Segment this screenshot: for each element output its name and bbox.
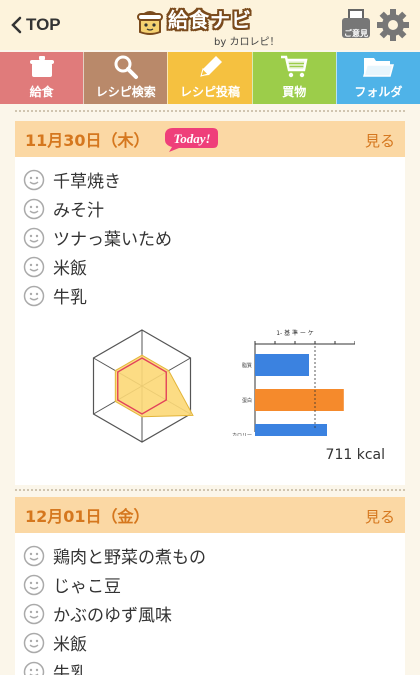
- day-card: 11月30日（木） Today! 見る 千草焼きみそ汁ツナっ葉いため 米飯牛乳 1…: [15, 121, 405, 485]
- tab-shopping[interactable]: 買物: [251, 52, 336, 104]
- folder-icon: [363, 58, 395, 77]
- radar-chart: [92, 329, 194, 443]
- divider: [15, 110, 405, 112]
- today-badge: Today!: [165, 128, 218, 152]
- dish-name: 鶏肉と野菜の煮もの: [53, 548, 206, 568]
- bar-chart-title: 1- 基 準 ー ケ: [276, 329, 314, 337]
- dish-name: ツナっ葉いため: [53, 230, 172, 250]
- dish-name: かぶのゆず風味: [53, 606, 172, 626]
- nutrition-charts: 1- 基 準 ー ケ脂質蛋白カロリー 711 kcal: [15, 310, 405, 465]
- divider: [15, 489, 405, 491]
- cart-icon: [281, 55, 308, 78]
- back-label: TOP: [26, 15, 61, 34]
- tab-folder-label: フォルダ: [354, 85, 403, 99]
- dish-item[interactable]: かぶのゆず風味: [15, 599, 405, 628]
- gear-icon[interactable]: [376, 8, 410, 42]
- smiley-icon: [23, 632, 45, 653]
- dish-name: 千草焼き: [53, 172, 121, 192]
- logo-subtitle: by カロレピ！: [214, 37, 280, 48]
- back-button[interactable]: TOP: [10, 12, 61, 38]
- dish-item[interactable]: じゃこ豆: [15, 570, 405, 599]
- mascot-icon: [137, 11, 163, 35]
- dish-name: じゃこ豆: [53, 577, 121, 597]
- smiley-icon: [23, 661, 45, 675]
- bar-category-label: 蛋白: [242, 397, 252, 404]
- smiley-icon: [23, 285, 45, 306]
- menu-list: 11月30日（木） Today! 見る 千草焼き みそ汁 ツナっ葉いため 米飯 牛乳 1…: [0, 104, 420, 675]
- tab-recipe-post-label: レシピ投稿: [180, 85, 241, 99]
- dish-item[interactable]: 牛乳: [15, 657, 405, 675]
- dish-name: 米飯: [53, 635, 87, 655]
- chevron-left-icon: [11, 16, 22, 34]
- pencil-icon: [200, 56, 222, 77]
- feedback-label: ご意見: [344, 29, 368, 38]
- smiley-icon: [23, 256, 45, 277]
- smiley-icon: [23, 574, 45, 595]
- bar-category-label: カロリー: [232, 433, 252, 436]
- tab-recipe-post[interactable]: レシピ投稿: [167, 52, 252, 104]
- dish-name: 牛乳: [53, 288, 87, 308]
- bar-chart: 1- 基 準 ー ケ脂質蛋白カロリー: [232, 329, 355, 436]
- dish-name: 牛乳: [53, 664, 87, 675]
- logo-title: 給食ナビ: [168, 8, 252, 32]
- dish-item[interactable]: ツナっ葉いため: [15, 223, 405, 252]
- search-icon: [114, 55, 138, 79]
- smiley-icon: [23, 198, 45, 219]
- dish-item[interactable]: 米飯: [15, 252, 405, 281]
- day-date: 11月30日（木）: [25, 131, 150, 150]
- dish-item[interactable]: 牛乳: [15, 281, 405, 310]
- smiley-icon: [23, 545, 45, 566]
- dish-item[interactable]: みそ汁: [15, 194, 405, 223]
- tab-recipe-search-label: レシピ検索: [95, 85, 156, 99]
- calorie-value: 711 kcal: [325, 447, 385, 463]
- dish-list: 鶏肉と野菜の煮もの じゃこ豆かぶのゆず風味 米飯牛乳: [15, 541, 405, 675]
- tab-folder[interactable]: フォルダ: [335, 52, 420, 104]
- dish-name: みそ汁: [53, 201, 104, 221]
- dish-item[interactable]: 米飯: [15, 628, 405, 657]
- app-header: TOP 給食ナビ by カロレピ！ ご意見: [0, 0, 420, 50]
- bar: [255, 354, 309, 376]
- day-date: 12月01日（金）: [25, 507, 150, 526]
- tab-lunch[interactable]: 給食: [0, 52, 84, 104]
- see-button[interactable]: 見る: [365, 506, 395, 527]
- see-button[interactable]: 見る: [365, 130, 395, 151]
- day-card: 12月01日（金） 見る 鶏肉と野菜の煮もの じゃこ豆かぶのゆず風味 米飯牛乳: [15, 497, 405, 675]
- dish-item[interactable]: 鶏肉と野菜の煮もの: [15, 541, 405, 570]
- dish-item[interactable]: 千草焼き: [15, 165, 405, 194]
- smiley-icon: [23, 603, 45, 624]
- smiley-icon: [23, 169, 45, 190]
- bar: [255, 389, 344, 411]
- dish-list: 千草焼きみそ汁ツナっ葉いため 米飯牛乳: [15, 165, 405, 310]
- smiley-icon: [23, 227, 45, 248]
- tab-shopping-label: 買物: [282, 85, 307, 99]
- app-logo: 給食ナビ by カロレピ！: [136, 2, 286, 48]
- main-nav: 給食 レシピ検索 レシピ投稿 買物 フォルダ: [0, 52, 420, 104]
- day-header: 11月30日（木） Today! 見る: [15, 121, 405, 157]
- dish-name: 米飯: [53, 259, 87, 279]
- pot-icon: [29, 56, 54, 77]
- today-badge-text: Today!: [173, 131, 210, 146]
- bar: [255, 424, 327, 436]
- tab-lunch-label: 給食: [29, 85, 54, 99]
- bar-category-label: 脂質: [242, 362, 252, 369]
- feedback-button[interactable]: ご意見: [340, 8, 372, 40]
- day-header: 12月01日（金） 見る: [15, 497, 405, 533]
- tab-recipe-search[interactable]: レシピ検索: [83, 52, 168, 104]
